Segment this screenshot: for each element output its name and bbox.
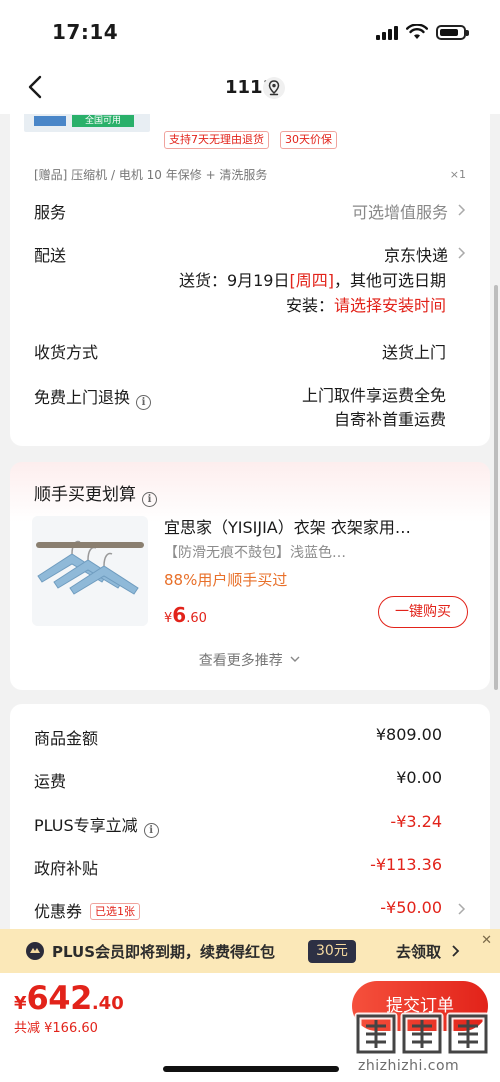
see-more-text: 查看更多推荐: [198, 653, 283, 669]
recommend-product-spec: 【防滑无痕不鼓包】浅蓝色…: [164, 545, 346, 561]
total-price: ¥642.40: [14, 979, 124, 1017]
status-bar: 17:14: [0, 0, 500, 62]
summary-label-shipping: 运费: [34, 772, 67, 791]
scrollbar[interactable]: [494, 285, 498, 690]
chevron-down-icon: [290, 656, 300, 662]
summary-value-goods: ¥809.00: [375, 725, 442, 744]
submit-order-button[interactable]: 提交订单: [352, 981, 488, 1031]
total-price-symbol: ¥: [14, 993, 27, 1014]
plus-claim-link[interactable]: 去领取: [396, 941, 460, 962]
receive-label: 收货方式: [34, 343, 99, 362]
plus-red-packet-badge: 30元: [308, 940, 356, 963]
info-icon[interactable]: i: [142, 492, 157, 507]
info-icon[interactable]: i: [136, 395, 152, 410]
install-value: 请选择安装时间: [333, 296, 446, 315]
signal-icon: [376, 24, 398, 40]
coupon-badge: 已选1张: [90, 903, 141, 920]
chevron-right-icon[interactable]: [456, 246, 466, 260]
chevron-right-icon[interactable]: [456, 203, 466, 217]
service-label: 服务: [34, 203, 67, 222]
plus-icon: [26, 942, 44, 960]
gift-qty: ×1: [449, 168, 466, 181]
status-icons: [376, 24, 469, 40]
nav-bar: 1111: [0, 62, 500, 114]
delivery-date-suffix: ，其他可选日期: [333, 271, 446, 290]
receive-value[interactable]: 送货上门: [382, 339, 446, 363]
plus-banner-text: PLUS会员即将到期，续费得红包: [52, 943, 276, 961]
location-icon[interactable]: [262, 76, 286, 100]
install-prefix: 安装：: [285, 296, 334, 315]
price-protect-tag: 30天价保: [280, 131, 337, 149]
service-value[interactable]: 可选增值服务: [352, 199, 448, 223]
chevron-right-icon: [452, 945, 460, 957]
summary-label-goods: 商品金额: [34, 729, 99, 748]
summary-label-coupon[interactable]: 优惠券 已选1张: [34, 898, 141, 922]
info-icon[interactable]: i: [143, 823, 159, 838]
summary-value-subsidy: -¥113.36: [370, 855, 442, 874]
summary-value-plus: -¥3.24: [390, 812, 442, 831]
recommend-title-text: 顺手买更划算: [34, 485, 136, 505]
delivery-date-prefix: 送货：9月19日: [178, 271, 290, 290]
recommend-product-price: ¥6.60: [164, 603, 207, 627]
recommend-product-image[interactable]: [32, 516, 148, 626]
home-indicator[interactable]: [163, 1066, 339, 1072]
install-time[interactable]: 安装：请选择安装时间: [286, 292, 446, 316]
free-return-text: 免费上门退换: [34, 388, 131, 407]
chevron-right-icon[interactable]: [456, 902, 466, 916]
recommend-product-stat: 88%用户顺手买过: [164, 571, 288, 589]
summary-value-coupon[interactable]: -¥50.00: [380, 898, 442, 917]
total-saved[interactable]: 共减 ¥166.60: [14, 1017, 98, 1036]
free-return-label: 免费上门退换 i: [34, 384, 152, 410]
wifi-icon: [406, 24, 428, 39]
product-thumbnail[interactable]: 全国可用: [24, 112, 150, 132]
price-integer: 6: [172, 603, 187, 627]
return-policy-tag: 支持7天无理由退货: [164, 131, 269, 149]
see-more-link[interactable]: 查看更多推荐: [0, 650, 500, 670]
page-title: 1111: [224, 77, 276, 98]
close-icon[interactable]: ✕: [481, 933, 492, 948]
summary-label-plus-text: PLUS专享立减: [34, 816, 138, 835]
watermark-site: zhizhizhi.com: [358, 1058, 460, 1074]
plus-renewal-banner[interactable]: PLUS会员即将到期，续费得红包 30元 去领取 ✕: [0, 929, 500, 973]
thumbnail-badge: 全国可用: [72, 115, 134, 127]
status-time: 17:14: [52, 20, 119, 44]
summary-value-shipping: ¥0.00: [396, 768, 442, 787]
free-return-line2: 自寄补首重运费: [333, 410, 446, 429]
free-return-line1: 上门取件享运费全免: [301, 386, 446, 405]
summary-label-subsidy: 政府补贴: [34, 859, 99, 878]
delivery-label: 配送: [34, 246, 67, 265]
delivery-date[interactable]: 送货：9月19日[周四]，其他可选日期: [179, 267, 446, 291]
price-decimal: .60: [186, 611, 207, 626]
battery-icon: [436, 24, 469, 40]
recommend-title: 顺手买更划算 i: [34, 480, 157, 507]
summary-label-coupon-text: 优惠券: [34, 902, 83, 921]
one-click-buy-button[interactable]: 一键购买: [378, 596, 468, 628]
total-price-decimal: .40: [91, 993, 124, 1014]
recommend-product-name[interactable]: 宜思家（YISIJIA）衣架 衣架家用…: [164, 514, 456, 538]
delivery-weekday: [周四]: [289, 271, 334, 290]
hanger-image: [32, 516, 148, 626]
total-price-integer: 642: [26, 979, 93, 1017]
delivery-value[interactable]: 京东快递: [384, 242, 448, 266]
summary-label-plus: PLUS专享立减 i: [34, 812, 159, 838]
plus-claim-text: 去领取: [396, 943, 442, 961]
gift-line: [赠品] 压缩机 / 电机 10 年保修 + 清洗服务: [34, 168, 268, 182]
